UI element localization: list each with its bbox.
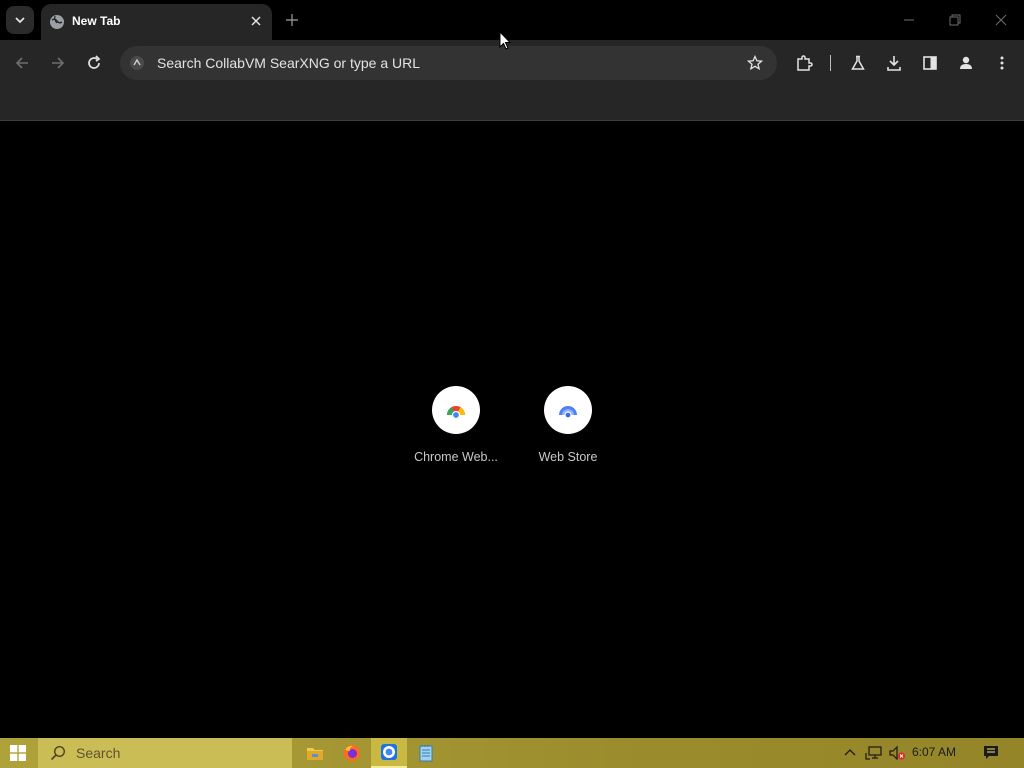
shortcut-icon-container — [544, 386, 592, 434]
toolbar-divider — [830, 55, 831, 71]
action-center-icon — [984, 746, 998, 759]
tab-search-icon — [15, 17, 25, 24]
action-center-button[interactable] — [981, 743, 1001, 763]
tab-close-button[interactable] — [248, 13, 264, 29]
taskbar-clock[interactable]: 6:07 AM — [912, 745, 956, 759]
minimize-icon — [904, 19, 914, 21]
show-hidden-icons-button[interactable] — [840, 743, 860, 763]
tab-new-tab[interactable]: New Tab — [41, 4, 272, 40]
minimize-button[interactable] — [899, 10, 919, 30]
star-icon — [747, 55, 763, 71]
start-button[interactable] — [0, 738, 36, 768]
new-tab-page: Chrome Web... Web Store — [0, 121, 1024, 738]
shortcut-icon-container — [432, 386, 480, 434]
profile-icon — [960, 56, 972, 69]
omnibox-input[interactable] — [157, 54, 717, 72]
taskbar-notepad[interactable] — [408, 738, 444, 768]
search-icon — [50, 745, 66, 761]
restore-button[interactable] — [945, 10, 965, 30]
extensions-button[interactable] — [792, 51, 816, 75]
chrome-web-store-icon — [447, 406, 465, 420]
file-explorer-icon — [307, 748, 323, 760]
site-info-icon — [130, 56, 144, 70]
close-icon — [995, 14, 1007, 26]
globe-icon — [50, 15, 64, 29]
tab-strip: New Tab — [0, 0, 1024, 40]
mouse-cursor-icon — [499, 31, 511, 50]
address-bar[interactable] — [120, 46, 777, 80]
forward-button[interactable] — [46, 51, 70, 75]
taskbar-search-placeholder: Search — [76, 745, 121, 761]
shortcut-label: Chrome Web... — [414, 450, 498, 464]
menu-icon — [1000, 56, 1004, 70]
new-tab-button[interactable] — [283, 11, 301, 29]
reload-button[interactable] — [82, 51, 106, 75]
chevron-up-icon — [844, 749, 856, 756]
bookmarks-bar — [0, 86, 1024, 121]
browser-menu-button[interactable] — [990, 51, 1014, 75]
firefox-icon — [344, 745, 360, 761]
shortcut-tile[interactable]: Web Store — [512, 386, 624, 476]
tab-search-button[interactable] — [6, 6, 34, 34]
chrome-icon — [381, 744, 397, 760]
reload-icon — [88, 55, 101, 69]
volume-tray-button[interactable] — [887, 743, 907, 763]
back-button[interactable] — [10, 51, 34, 75]
labs-button[interactable] — [846, 51, 870, 75]
taskbar: Search 6:07 AM — [0, 738, 1024, 768]
back-icon — [15, 57, 28, 69]
download-icon — [887, 56, 901, 71]
taskbar-search-box[interactable]: Search — [38, 738, 292, 768]
windows-start-icon — [10, 745, 26, 761]
bookmark-star-button[interactable] — [745, 53, 765, 73]
shortcut-label: Web Store — [538, 450, 598, 464]
volume-muted-icon — [889, 745, 905, 761]
forward-icon — [52, 57, 65, 69]
profile-button[interactable] — [954, 51, 978, 75]
taskbar-chrome[interactable] — [371, 738, 407, 768]
extensions-icon — [797, 55, 813, 71]
network-icon — [865, 746, 882, 760]
close-window-button[interactable] — [991, 10, 1011, 30]
network-tray-button[interactable] — [864, 743, 884, 763]
tab-title: New Tab — [72, 14, 121, 28]
plus-icon — [286, 14, 298, 26]
notepad-icon — [419, 745, 433, 762]
side-panel-button[interactable] — [918, 51, 942, 75]
downloads-button[interactable] — [882, 51, 906, 75]
browser-toolbar — [0, 40, 1024, 86]
taskbar-firefox[interactable] — [334, 738, 370, 768]
side-panel-icon — [923, 56, 937, 70]
browser-window: New Tab Search CollabVM SearXNG or type … — [0, 0, 1024, 738]
labs-icon — [851, 55, 865, 70]
shortcut-tile[interactable]: Chrome Web... — [400, 386, 512, 476]
web-store-icon — [559, 406, 577, 419]
close-icon — [251, 16, 261, 26]
taskbar-file-explorer[interactable] — [297, 738, 333, 768]
restore-icon — [949, 14, 961, 26]
